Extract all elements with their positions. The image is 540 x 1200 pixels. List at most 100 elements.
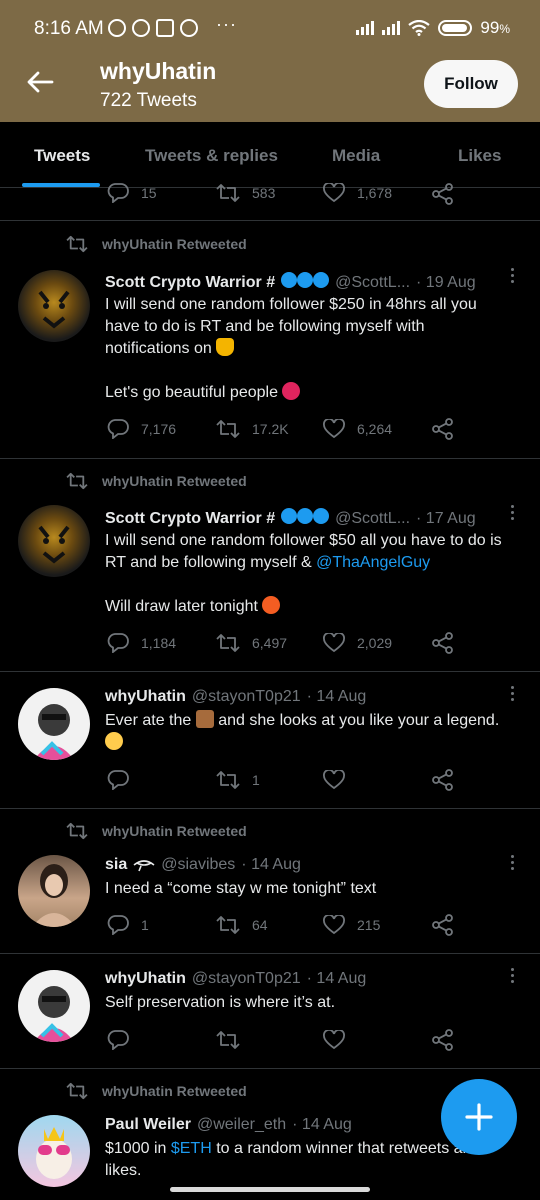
author-name: whyUhatin — [105, 688, 186, 705]
retweet-button[interactable]: 64 — [216, 915, 268, 935]
share-icon — [432, 1029, 453, 1051]
profile-tabs: Tweets Tweets & replies Media Likes — [0, 122, 540, 188]
bell-emoji — [216, 338, 235, 356]
tweet-header: whyUhatin @stayonT0p21 · 14 Aug — [105, 970, 505, 988]
more-options-icon[interactable] — [508, 686, 516, 704]
author-handle: @ScottL... — [335, 273, 411, 291]
active-tab-indicator — [22, 183, 100, 187]
retweet-count: 583 — [252, 185, 276, 201]
reply-icon — [107, 770, 129, 790]
share-button[interactable] — [432, 914, 454, 936]
retweet-icon — [66, 472, 88, 490]
avatar[interactable] — [18, 970, 90, 1042]
avatar[interactable] — [18, 855, 90, 927]
retweeted-label: whyUhatin Retweeted — [66, 1082, 247, 1100]
mention-link[interactable]: @ThaAngelGuy — [316, 554, 430, 571]
reply-button[interactable]: 15 — [107, 183, 157, 203]
retweet-button[interactable]: 6,497 — [216, 633, 287, 653]
like-button[interactable]: 2,029 — [323, 633, 392, 653]
share-button[interactable] — [432, 769, 454, 791]
share-button[interactable] — [432, 632, 454, 654]
heart-icon — [323, 183, 345, 203]
author-handle: @stayonT0p21 — [191, 970, 301, 987]
like-button[interactable]: 215 — [323, 915, 380, 935]
retweet-button[interactable]: 1 — [216, 770, 260, 790]
retweeted-label: whyUhatin Retweeted — [66, 235, 247, 253]
more-options-icon[interactable] — [508, 505, 516, 523]
tab-tweets[interactable]: Tweets — [34, 146, 90, 166]
retweet-button[interactable] — [216, 1030, 240, 1050]
heart-icon — [323, 770, 345, 790]
package-emoji — [195, 710, 214, 728]
battery-icon — [438, 20, 473, 36]
tab-likes[interactable]: Likes — [458, 146, 501, 166]
like-button[interactable]: 1,678 — [323, 183, 392, 203]
author-name: Scott Crypto Warrior # — [105, 509, 276, 527]
reply-button[interactable] — [107, 770, 129, 790]
messenger-icon — [132, 19, 150, 37]
reply-count: 1,184 — [141, 635, 177, 651]
back-button[interactable] — [24, 66, 56, 98]
more-options-icon[interactable] — [508, 968, 516, 986]
retweet-icon — [216, 1031, 240, 1049]
divider — [0, 220, 540, 221]
tweet-text: I will send one random follower $50 all … — [105, 532, 502, 615]
compose-tweet-button[interactable] — [441, 1079, 517, 1155]
heart-icon — [323, 915, 345, 935]
like-button[interactable] — [323, 770, 345, 790]
reply-count: 1 — [141, 917, 149, 933]
clock-icon — [180, 19, 198, 37]
tweet-date: · 17 Aug — [416, 509, 476, 527]
author-name: Paul Weiler — [105, 1116, 191, 1133]
retweet-button[interactable]: 583 — [216, 183, 275, 203]
heart-icon — [323, 419, 345, 439]
tab-tweets-replies[interactable]: Tweets & replies — [145, 146, 278, 166]
wifi-icon — [408, 20, 431, 36]
blue-hearts-emoji — [281, 272, 330, 293]
author-name: whyUhatin — [105, 970, 186, 987]
reply-icon — [107, 1030, 129, 1050]
eye-of-horus-icon — [133, 860, 155, 872]
red-heart-emoji — [282, 382, 301, 400]
reply-button[interactable]: 7,176 — [107, 419, 176, 439]
signal-icon — [356, 21, 375, 35]
heart-icon — [323, 633, 345, 653]
reply-button[interactable]: 1 — [107, 915, 149, 935]
author-handle: @ScottL... — [335, 509, 411, 527]
tweet-header: Scott Crypto Warrior # @ScottL... · 19 A… — [105, 272, 505, 293]
more-options-icon[interactable] — [508, 268, 516, 286]
plus-icon — [465, 1103, 493, 1131]
share-button[interactable] — [432, 183, 454, 205]
avatar[interactable] — [18, 688, 90, 760]
more-options-icon[interactable] — [508, 855, 516, 873]
author-handle: @siavibes — [161, 856, 236, 873]
author-name: Scott Crypto Warrior # — [105, 273, 276, 291]
home-indicator[interactable] — [170, 1187, 370, 1192]
retweet-count: 1 — [252, 772, 260, 788]
cashtag-link[interactable]: $ETH — [171, 1140, 212, 1157]
blue-hearts-emoji — [281, 508, 330, 529]
like-button[interactable] — [323, 1030, 345, 1050]
retweet-icon — [66, 1082, 88, 1100]
avatar[interactable] — [18, 1115, 90, 1187]
retweet-icon — [216, 184, 240, 202]
retweet-icon — [216, 634, 240, 652]
reply-count: 15 — [141, 185, 157, 201]
avatar[interactable] — [18, 505, 90, 577]
tab-media[interactable]: Media — [332, 146, 380, 166]
follow-button[interactable]: Follow — [424, 60, 518, 108]
reply-button[interactable]: 1,184 — [107, 633, 176, 653]
reply-count: 7,176 — [141, 421, 177, 437]
like-button[interactable]: 6,264 — [323, 419, 392, 439]
share-button[interactable] — [432, 418, 454, 440]
tweet-date: · 14 Aug — [306, 970, 367, 987]
retweet-icon — [216, 420, 240, 438]
retweeted-label: whyUhatin Retweeted — [66, 822, 247, 840]
retweet-count: 6,497 — [252, 635, 288, 651]
reply-button[interactable] — [107, 1030, 129, 1050]
share-button[interactable] — [432, 1029, 454, 1051]
avatar[interactable] — [18, 270, 90, 342]
tweet-header: whyUhatin @stayonT0p21 · 14 Aug — [105, 688, 505, 706]
tweet-header: sia @siavibes · 14 Aug — [105, 856, 505, 874]
retweet-button[interactable]: 17.2K — [216, 419, 289, 439]
